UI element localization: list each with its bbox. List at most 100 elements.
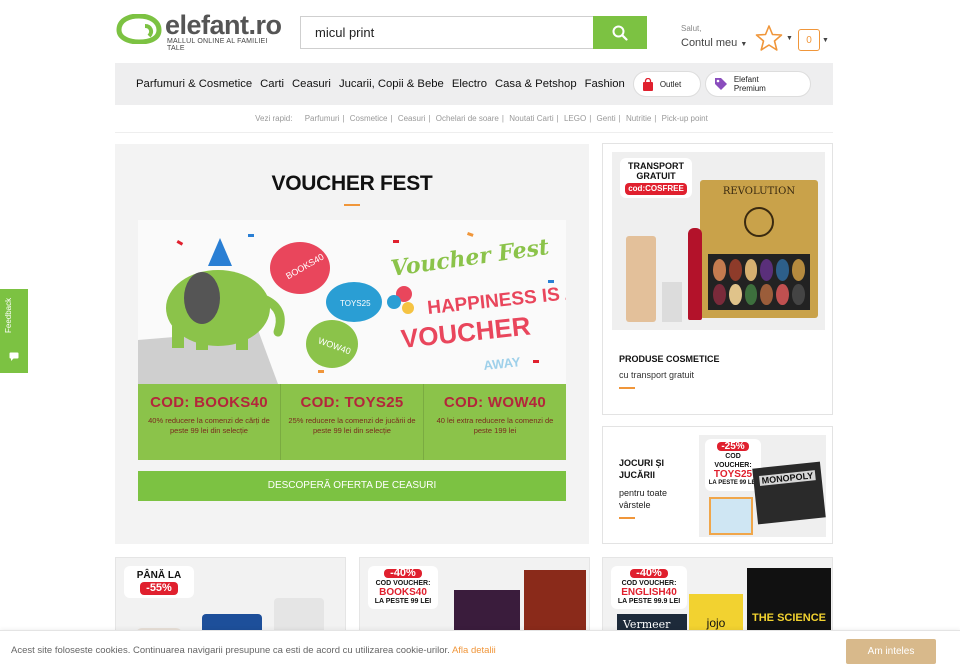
badge-line-2: GRATUIT <box>636 171 676 181</box>
toy-box <box>709 497 753 535</box>
main-nav: Parfumuri & Cosmetice Carti Ceasuri Juca… <box>115 63 833 105</box>
logo-name: elefant.ro <box>165 10 282 40</box>
foundation-bottle <box>626 236 656 322</box>
quick-links-label: Vezi rapid: <box>255 114 293 123</box>
discount-badge: PÂNĂ LA -55% <box>124 566 194 598</box>
nav-item-jucarii[interactable]: Jucarii, Copii & Bebe <box>339 78 444 90</box>
cosmetics-image: TRANSPORT GRATUIT cod:COSFREE REVOLUTION <box>612 152 825 330</box>
cookie-message: Acest site foloseste cookies. Continuare… <box>11 645 450 656</box>
wishlist-button[interactable]: ▼ <box>754 24 794 52</box>
shade <box>713 283 726 305</box>
quick-link[interactable]: Cosmetice <box>350 114 388 123</box>
nav-item-carti[interactable]: Carti <box>260 78 284 90</box>
quick-link[interactable]: Noutati Carti <box>509 114 553 123</box>
voucher-min: LA PESTE 99 LEI <box>708 480 758 486</box>
cookie-details-link[interactable]: Afla detalii <box>452 645 496 656</box>
separator: | <box>589 114 592 123</box>
account-menu[interactable]: Salut, Contul meu ▼ <box>681 24 761 49</box>
nav-item-parfumuri[interactable]: Parfumuri & Cosmetice <box>136 78 252 90</box>
separator: | <box>556 114 559 123</box>
outlet-label: Outlet <box>659 79 682 89</box>
quick-link[interactable]: Ceasuri <box>398 114 426 123</box>
badge-code: cod:COSFREE <box>625 183 687 195</box>
voucher-code: COD: WOW40 <box>443 394 547 411</box>
voucher-codes: COD: BOOKS40 40% reducere la comenzi de … <box>138 384 566 460</box>
hero-section: VOUCHER FEST BOOKS40 TOYS25 WOW40 Vouche… <box>115 144 589 544</box>
feedback-tab[interactable]: Feedback <box>0 289 28 373</box>
cookie-bar: Acest site foloseste cookies. Continuare… <box>0 630 960 668</box>
logo[interactable]: elefant.ro MALLUL ONLINE AL FAMILIEI TAL… <box>115 10 285 52</box>
nav-item-casa[interactable]: Casa & Petshop <box>495 78 577 90</box>
search-input[interactable] <box>300 16 594 49</box>
promo-card-cosmetics[interactable]: TRANSPORT GRATUIT cod:COSFREE REVOLUTION <box>602 143 833 415</box>
tag-icon <box>714 78 727 90</box>
palette-shades <box>708 254 810 310</box>
quick-link[interactable]: LEGO <box>564 114 586 123</box>
game-name: MONOPOLY <box>759 470 816 486</box>
card-title: JOCURI ȘI JUCĂRII <box>619 458 665 480</box>
voucher-code: ENGLISH40 <box>621 587 677 598</box>
quick-links: Vezi rapid: Parfumuri | Cosmetice | Ceasur… <box>0 114 960 123</box>
voucher-min: LA PESTE 99 LEI <box>374 598 432 605</box>
shade <box>776 259 790 281</box>
quick-link[interactable]: Pick-up point <box>662 114 708 123</box>
separator: | <box>618 114 621 123</box>
voucher-code: COD: TOYS25 <box>300 394 404 411</box>
separator: | <box>342 114 345 123</box>
nav-item-ceasuri[interactable]: Ceasuri <box>292 78 331 90</box>
search-icon <box>612 25 628 41</box>
quick-link[interactable]: Ochelari de soare <box>436 114 499 123</box>
shade <box>792 283 805 305</box>
separator: | <box>428 114 431 123</box>
quick-link[interactable]: Parfumuri <box>305 114 340 123</box>
voucher-code-item: COD: WOW40 40 lei extra reducere la come… <box>424 384 566 460</box>
chevron-down-icon: ▼ <box>822 36 829 44</box>
monopoly-box: MONOPOLY <box>752 461 826 525</box>
search-button[interactable] <box>593 16 647 49</box>
shade <box>792 259 805 281</box>
discount-chip: -55% <box>140 582 178 595</box>
palette-emblem <box>744 207 774 237</box>
lipstick <box>688 228 702 320</box>
book-title: THE SCIENCE <box>752 612 826 624</box>
hero-title: VOUCHER FEST <box>271 172 433 195</box>
quick-link[interactable]: Nutritie <box>626 114 651 123</box>
page: elefant.ro MALLUL ONLINE AL FAMILIEI TAL… <box>0 0 960 668</box>
shade <box>728 259 742 281</box>
shade <box>776 283 790 305</box>
voucher-code: TOYS25 <box>713 469 753 480</box>
toys-image: -25% COD VOUCHER: TOYS25 LA PESTE 99 LEI… <box>699 435 826 537</box>
accent-line <box>344 204 360 206</box>
voucher-description: 40 lei extra reducere la comenzi de pest… <box>436 416 554 435</box>
divider <box>115 132 833 133</box>
cookie-accept-button[interactable]: Am inteles <box>846 639 936 664</box>
cookie-message-wrap: Acest site foloseste cookies. Continuare… <box>11 645 496 656</box>
bubble-toys: TOYS25 <box>340 299 371 308</box>
separator: | <box>390 114 393 123</box>
voucher-description: 40% reducere la comenzi de cărți de pest… <box>148 416 270 435</box>
nav-item-electro[interactable]: Electro <box>452 78 487 90</box>
elefant-premium-button[interactable]: Elefant Premium <box>704 71 811 97</box>
shade <box>744 283 758 305</box>
voucher-code-item: COD: BOOKS40 40% reducere la comenzi de … <box>138 384 281 460</box>
discover-watches-button[interactable]: DESCOPERĂ OFERTA DE CEASURI <box>138 471 566 501</box>
outlet-button[interactable]: Outlet <box>632 71 701 97</box>
cart-count: 0 <box>806 34 812 46</box>
shade <box>728 283 742 305</box>
voucher-banner[interactable]: BOOKS40 TOYS25 WOW40 Voucher Fest HAPPIN… <box>138 220 566 460</box>
voucher-code: BOOKS40 <box>379 587 427 598</box>
cart-button[interactable]: 0 ▼ <box>798 26 838 54</box>
separator: | <box>654 114 657 123</box>
card-subtitle: pentru toate vârstele <box>619 488 668 510</box>
card-subtitle: cu transport gratuit <box>619 370 695 380</box>
promo-card-toys[interactable]: JOCURI ȘI JUCĂRII pentru toate vârstele … <box>602 426 833 544</box>
separator: | <box>501 114 504 123</box>
chevron-down-icon: ▼ <box>786 34 793 42</box>
shopping-bag-icon <box>642 77 653 91</box>
voucher-code: COD: BOOKS40 <box>150 394 268 411</box>
nav-item-fashion[interactable]: Fashion <box>585 78 625 90</box>
quick-link[interactable]: Genti <box>597 114 616 123</box>
voucher-label: COD VOUCHER: <box>714 453 752 469</box>
accent-line <box>619 517 635 519</box>
palette-brand: REVOLUTION <box>722 186 796 197</box>
